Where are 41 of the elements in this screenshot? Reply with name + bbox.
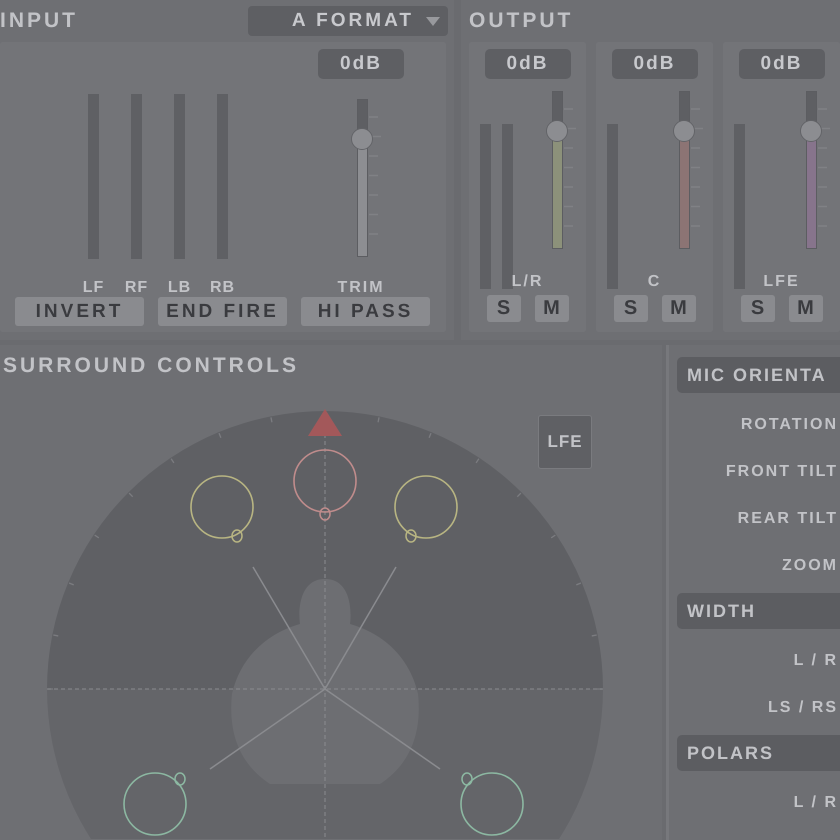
section-title: INPUT	[0, 9, 78, 33]
meter-label: LB	[168, 279, 192, 297]
gain-readout: 0dB	[738, 49, 824, 79]
channel-label: LFE	[763, 273, 800, 291]
fader-thumb[interactable]	[800, 120, 822, 142]
caret-icon	[426, 16, 440, 26]
solo-button[interactable]: S	[486, 295, 520, 322]
fader-thumb[interactable]	[673, 120, 695, 142]
control-label: ZOOM	[781, 556, 839, 576]
toggle-button[interactable]: INVERT	[15, 297, 144, 326]
format-dropdown[interactable]: A FORMAT	[248, 6, 448, 36]
toggle-button[interactable]: HI PASS	[301, 297, 430, 326]
section-title: OUTPUT	[469, 9, 574, 33]
control-label: ROTATION	[740, 414, 839, 434]
toggle-button[interactable]: END FIRE	[158, 297, 287, 326]
section-header: POLARS	[677, 735, 840, 771]
section-header: WIDTH	[677, 593, 840, 629]
gain-readout: 0dB	[484, 49, 570, 79]
section-title: SURROUND CONTROLS	[2, 353, 300, 379]
channel-label: L/R	[512, 273, 544, 291]
control-label: LS / RS	[766, 698, 839, 718]
gain-readout: 0dB	[612, 49, 698, 79]
meter-label: RB	[210, 279, 236, 297]
solo-button[interactable]: S	[740, 295, 774, 322]
section-header: MIC ORIENTA	[677, 357, 840, 393]
gain-readout: 0dB	[318, 49, 404, 79]
mute-button[interactable]: M	[662, 295, 696, 322]
meter-label: LF	[82, 279, 104, 297]
control-label: L / R	[792, 792, 839, 812]
meter-label: RF	[124, 279, 148, 297]
fader-thumb[interactable]	[351, 128, 373, 150]
control-label: FRONT TILT	[724, 462, 839, 482]
fader-label: TRIM	[337, 279, 385, 297]
fader-thumb[interactable]	[546, 120, 568, 142]
channel-label: C	[648, 273, 662, 291]
mute-button[interactable]: M	[534, 295, 568, 322]
lfe-button[interactable]: LFE	[538, 415, 592, 469]
solo-button[interactable]: S	[614, 295, 648, 322]
control-label: REAR TILT	[736, 508, 839, 528]
mute-button[interactable]: M	[788, 295, 822, 322]
control-label: L / R	[792, 650, 839, 670]
